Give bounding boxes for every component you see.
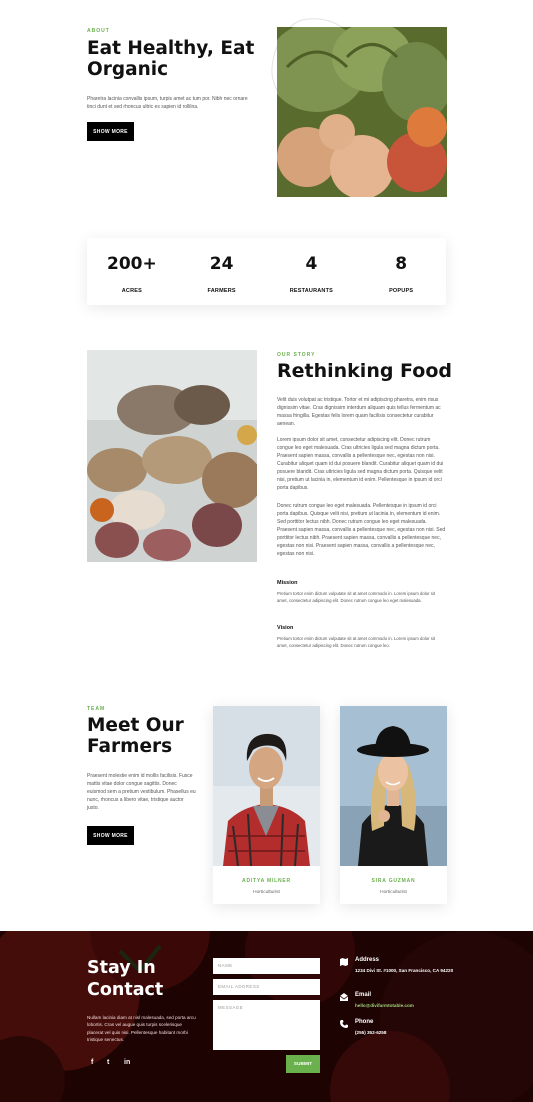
team-text: Praesent molestie enim id mollis facilis… [87, 773, 196, 811]
farmer-card[interactable]: SIRA GUZMAN Horticulturist [340, 706, 447, 904]
story-eyebrow: OUR STORY [277, 352, 316, 358]
stat-label: FARMERS [207, 288, 236, 294]
vision-text: Pretium tortor enim dictum vulputate sit… [277, 636, 436, 648]
team-title: Meet Our Farmers [87, 715, 184, 758]
contact-text: Nullam lacinia diam at nisl malesuada, s… [87, 1015, 196, 1043]
show-more-button[interactable]: SHOW MORE [87, 826, 134, 845]
address-value: 1234 Divi St. #1000, San Francisco, CA 9… [355, 968, 454, 973]
mission-text: Pretium tortor enim dictum vulputate sit… [277, 591, 436, 603]
farmer-role: Horticulturist [253, 890, 280, 895]
stat-value: 200+ [107, 254, 157, 274]
stat-value: 8 [395, 254, 408, 274]
mission-heading: Mission [277, 580, 298, 586]
story-title: Rethinking Food [277, 360, 452, 382]
phone-value: (255) 352-6258 [355, 1030, 387, 1035]
stat-value: 4 [305, 254, 318, 274]
phone-heading: Phone [355, 1019, 374, 1025]
email-field[interactable]: EMAIL ADDRESS [213, 979, 320, 995]
map-icon [340, 958, 348, 966]
story-paragraph: Donec rutrum congue leo eget malesuada. … [277, 503, 446, 557]
story-paragraph: Velit duis volutpat ac tristique. Tortor… [277, 397, 441, 427]
linkedin-icon[interactable]: in [124, 1059, 130, 1066]
artichokes-image [277, 27, 447, 197]
twitter-icon[interactable]: t [107, 1059, 109, 1066]
farmer-photo [340, 706, 447, 866]
message-field[interactable]: MESSAGE [213, 1000, 320, 1050]
stat-value: 24 [209, 254, 234, 274]
about-text: Pharetra lacinia convallis ipsum, turpis… [87, 96, 248, 110]
farmer-role: Horticulturist [380, 890, 407, 895]
contact-title: Stay In Contact [87, 958, 164, 1000]
envelope-icon [340, 993, 348, 1001]
name-field[interactable]: NAME [213, 958, 320, 974]
farmer-name: SIRA GUZMAN [371, 878, 416, 884]
farmer-card[interactable]: ADITYA MILNER Horticulturist [213, 706, 320, 904]
mushrooms-image [87, 350, 257, 562]
stat-restaurants: 4 RESTAURANTS [267, 238, 357, 305]
vision-heading: Vision [277, 625, 294, 631]
stat-label: ACRES [121, 288, 142, 294]
stat-label: POPUPS [389, 288, 414, 294]
farmer-photo [213, 706, 320, 866]
stat-acres: 200+ ACRES [87, 238, 177, 305]
show-more-button[interactable]: SHOW MORE [87, 122, 134, 141]
address-heading: Address [355, 957, 380, 963]
submit-button[interactable]: SUBMIT [286, 1055, 320, 1073]
about-title: Eat Healthy, Eat Organic [87, 38, 255, 81]
team-eyebrow: TEAM [87, 706, 106, 712]
email-value[interactable]: hello@divifarmtotable.com [355, 1002, 455, 1009]
stat-popups: 8 POPUPS [356, 238, 446, 305]
stat-label: RESTAURANTS [289, 288, 334, 294]
stats-panel: 200+ ACRES 24 FARMERS 4 RESTAURANTS 8 PO… [87, 238, 446, 305]
about-eyebrow: ABOUT [87, 28, 110, 34]
phone-icon [340, 1020, 348, 1028]
story-paragraph: Lorem ipsum dolor sit amet, consectetur … [277, 437, 444, 491]
contact-section: Stay In Contact Nullam lacinia diam at n… [0, 931, 533, 1102]
email-heading: Email [355, 992, 372, 998]
stat-farmers: 24 FARMERS [177, 238, 267, 305]
farmer-name: ADITYA MILNER [242, 878, 291, 884]
facebook-icon[interactable]: f [91, 1059, 93, 1066]
